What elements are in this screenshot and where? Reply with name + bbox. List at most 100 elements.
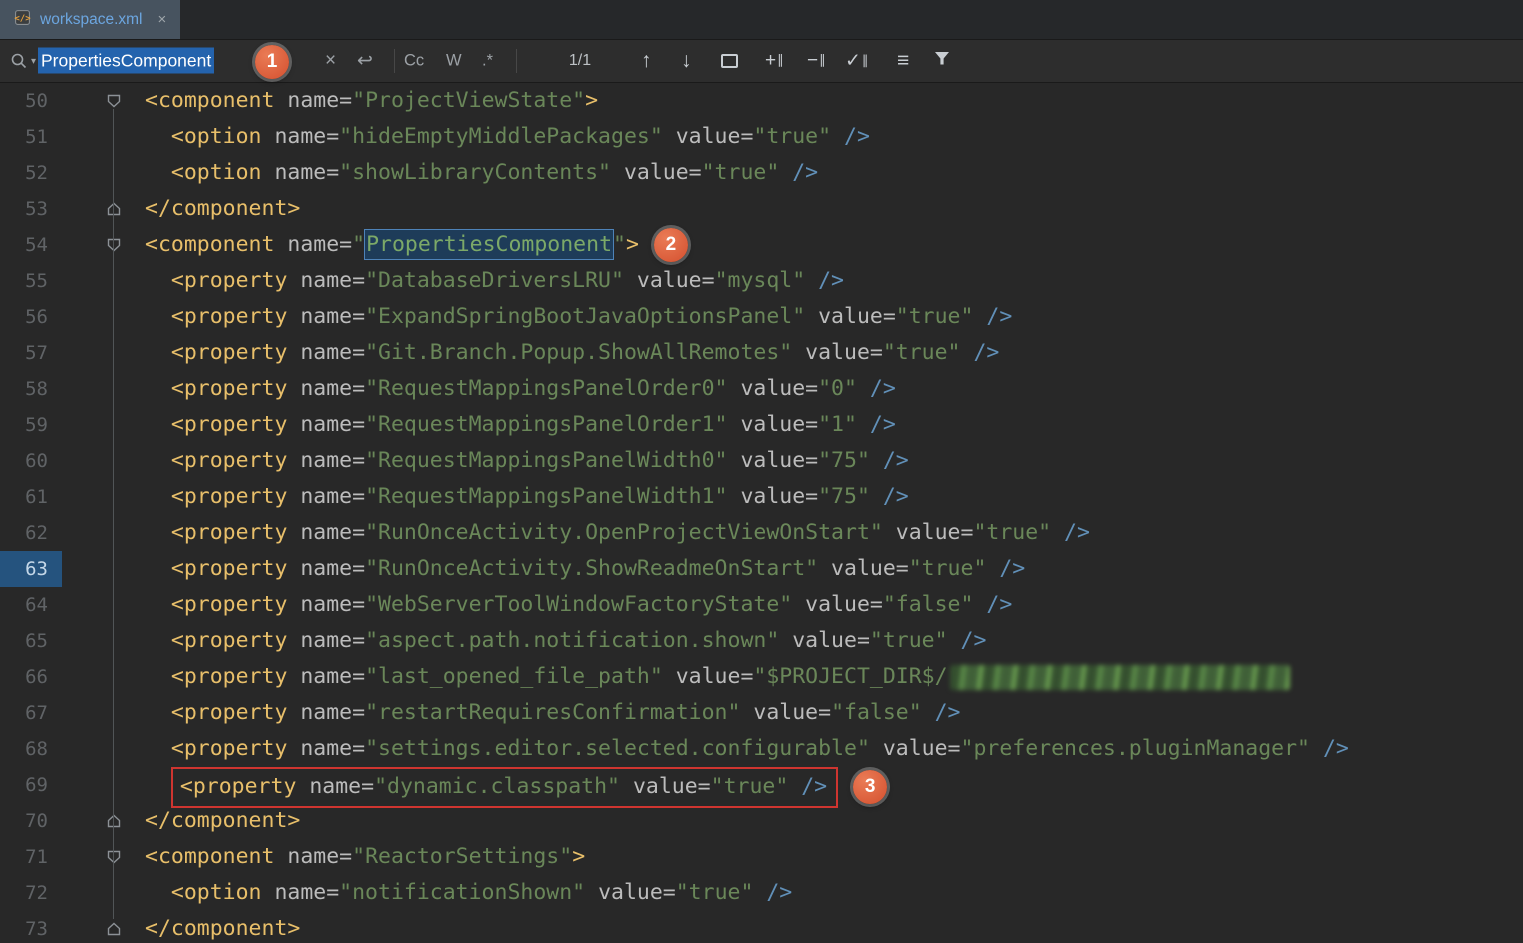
- code-text[interactable]: <option name="notificationShown" value="…: [145, 875, 792, 911]
- token-tag: <option: [171, 160, 262, 185]
- fold-end-icon[interactable]: [102, 803, 126, 839]
- fold-start-icon[interactable]: [102, 227, 126, 263]
- line-number[interactable]: 56: [0, 299, 62, 335]
- match-case-toggle[interactable]: Cc: [404, 52, 424, 71]
- code-text[interactable]: <property name="ExpandSpringBootJavaOpti…: [145, 299, 1012, 335]
- code-text[interactable]: <property name="RequestMappingsPanelWidt…: [145, 479, 909, 515]
- token-attr: value=: [870, 736, 961, 761]
- code-line-69: 69 <property name="dynamic.classpath" va…: [0, 767, 1523, 803]
- line-number[interactable]: 71: [0, 839, 62, 875]
- token-str: "aspect.path.notification.shown": [365, 628, 779, 653]
- code-text[interactable]: <option name="showLibraryContents" value…: [145, 155, 818, 191]
- open-in-find-window-icon[interactable]: [721, 54, 738, 68]
- code-text[interactable]: <option name="hideEmptyMiddlePackages" v…: [145, 119, 870, 155]
- line-number[interactable]: 72: [0, 875, 62, 911]
- line-number[interactable]: 52: [0, 155, 62, 191]
- code-editor[interactable]: 50<component name="ProjectViewState">51 …: [0, 83, 1523, 943]
- code-text[interactable]: <component name="PropertiesComponent">2: [145, 227, 688, 263]
- line-number[interactable]: 55: [0, 263, 62, 299]
- token-tag: <property: [171, 376, 288, 401]
- code-text[interactable]: <property name="aspect.path.notification…: [145, 623, 986, 659]
- line-number[interactable]: 61: [0, 479, 62, 515]
- code-text[interactable]: <property name="settings.editor.selected…: [145, 731, 1349, 767]
- line-number[interactable]: 60: [0, 443, 62, 479]
- code-text[interactable]: <property name="RequestMappingsPanelOrde…: [145, 407, 896, 443]
- code-text[interactable]: </component>: [145, 803, 300, 839]
- code-text[interactable]: <property name="RequestMappingsPanelWidt…: [145, 443, 909, 479]
- token-slash: />: [973, 592, 1012, 617]
- token-tag: <component: [145, 232, 274, 257]
- line-number[interactable]: 69: [0, 767, 62, 803]
- code-text[interactable]: <component name="ReactorSettings">: [145, 839, 585, 875]
- line-number[interactable]: 54: [0, 227, 62, 263]
- search-icon[interactable]: ▾: [10, 52, 36, 70]
- line-number[interactable]: 70: [0, 803, 62, 839]
- search-options-icon[interactable]: ≡: [897, 49, 909, 73]
- line-number[interactable]: 65: [0, 623, 62, 659]
- line-number[interactable]: 73: [0, 911, 62, 943]
- token-slash: />: [779, 160, 818, 185]
- code-text[interactable]: <property name="restartRequiresConfirmat…: [145, 695, 961, 731]
- token-strhl: PropertiesComponent: [365, 230, 613, 259]
- line-number[interactable]: 51: [0, 119, 62, 155]
- code-text[interactable]: <property name="dynamic.classpath" value…: [145, 767, 887, 803]
- fold-end-icon[interactable]: [102, 191, 126, 227]
- token-str: "ProjectViewState": [352, 88, 585, 113]
- filter-icon[interactable]: [934, 51, 950, 71]
- remove-occurrence-icon[interactable]: −∥: [807, 50, 825, 72]
- token-tag: <property: [171, 340, 288, 365]
- code-text[interactable]: <property name="RunOnceActivity.ShowRead…: [145, 551, 1025, 587]
- token-tag: <property: [171, 304, 288, 329]
- clear-search-icon[interactable]: ×: [325, 50, 336, 72]
- match-count: 1/1: [552, 52, 608, 70]
- divider: [394, 49, 395, 73]
- add-occurrence-icon[interactable]: +∥: [765, 50, 783, 72]
- token-attr: value=: [740, 700, 831, 725]
- newline-icon[interactable]: ↩: [357, 50, 373, 73]
- line-number[interactable]: 53: [0, 191, 62, 227]
- search-history-caret-icon[interactable]: ▾: [31, 56, 36, 67]
- code-text[interactable]: <property name="RequestMappingsPanelOrde…: [145, 371, 896, 407]
- token-plain: [145, 736, 171, 761]
- fold-end-icon[interactable]: [102, 911, 126, 943]
- token-plain: [145, 160, 171, 185]
- line-number[interactable]: 67: [0, 695, 62, 731]
- search-input[interactable]: PropertiesComponent: [38, 51, 214, 72]
- line-number[interactable]: 68: [0, 731, 62, 767]
- fold-start-icon[interactable]: [102, 83, 126, 119]
- previous-match-icon[interactable]: ↑: [641, 49, 652, 73]
- token-plain: [145, 520, 171, 545]
- code-text[interactable]: <property name="last_opened_file_path" v…: [145, 659, 1290, 695]
- tab-close-icon[interactable]: ×: [158, 11, 167, 28]
- annotation-badge-2: 2: [654, 228, 688, 262]
- line-number[interactable]: 57: [0, 335, 62, 371]
- words-toggle[interactable]: W: [446, 52, 462, 71]
- line-number[interactable]: 59: [0, 407, 62, 443]
- token-tag: <component: [145, 844, 274, 869]
- code-line-66: 66 <property name="last_opened_file_path…: [0, 659, 1523, 695]
- line-number[interactable]: 66: [0, 659, 62, 695]
- fold-start-icon[interactable]: [102, 839, 126, 875]
- token-attr: name=: [287, 556, 365, 581]
- code-text[interactable]: <property name="WebServerToolWindowFacto…: [145, 587, 1012, 623]
- code-text[interactable]: <property name="Git.Branch.Popup.ShowAll…: [145, 335, 999, 371]
- line-number[interactable]: 63: [0, 551, 62, 587]
- code-text[interactable]: </component>: [145, 911, 300, 943]
- code-text[interactable]: <component name="ProjectViewState">: [145, 83, 598, 119]
- code-text[interactable]: <property name="DatabaseDriversLRU" valu…: [145, 263, 844, 299]
- line-number[interactable]: 50: [0, 83, 62, 119]
- tab-workspace-xml[interactable]: </> workspace.xml ×: [0, 0, 180, 39]
- token-str: "dynamic.classpath": [374, 774, 620, 799]
- token-tag: <property: [171, 592, 288, 617]
- regex-toggle[interactable]: .*: [482, 52, 493, 71]
- token-attr: name=: [287, 376, 365, 401]
- code-text[interactable]: <property name="RunOnceActivity.OpenProj…: [145, 515, 1090, 551]
- select-all-occurrences-icon[interactable]: ✓∥: [845, 50, 867, 73]
- line-number[interactable]: 64: [0, 587, 62, 623]
- code-line-52: 52 <option name="showLibraryContents" va…: [0, 155, 1523, 191]
- line-number[interactable]: 62: [0, 515, 62, 551]
- fold-gutter: [102, 443, 126, 479]
- next-match-icon[interactable]: ↓: [681, 49, 692, 73]
- line-number[interactable]: 58: [0, 371, 62, 407]
- code-text[interactable]: </component>: [145, 191, 300, 227]
